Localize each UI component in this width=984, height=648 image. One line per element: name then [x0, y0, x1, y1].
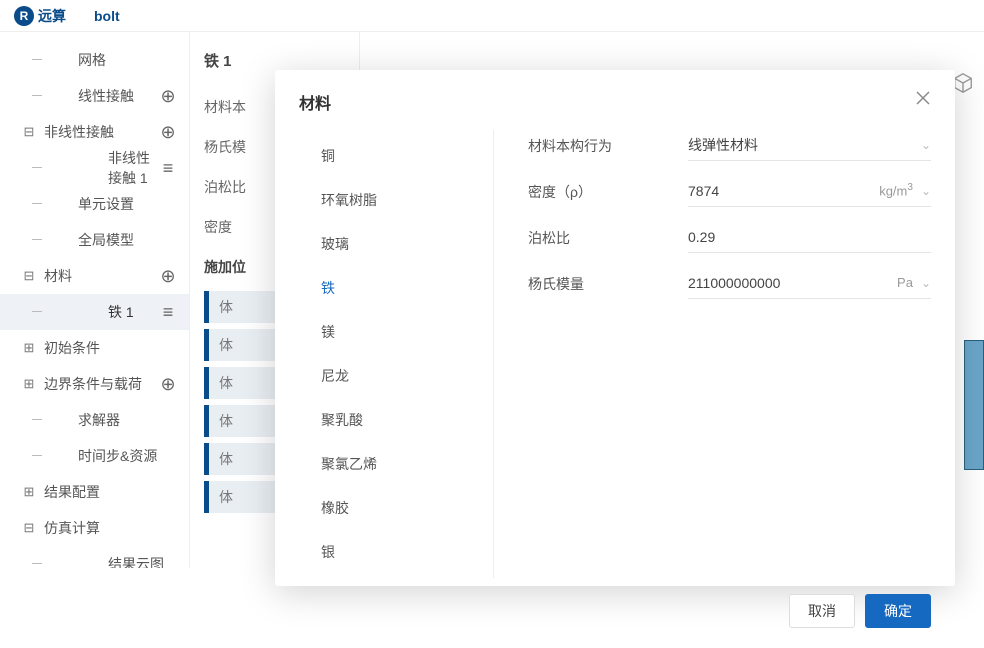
tree-item[interactable]: 非线性接触 1≡: [0, 150, 189, 186]
project-name[interactable]: bolt: [94, 8, 120, 24]
material-modal: 材料 铜环氧树脂玻璃铁镁尼龙聚乳酸聚氯乙烯橡胶银 材料本构行为线弹性材料⌄密度（…: [275, 70, 955, 586]
tree-item-label: 网格: [78, 50, 177, 70]
tree-item[interactable]: ⊞结果配置: [0, 474, 189, 510]
tree-item[interactable]: ⊟仿真计算: [0, 510, 189, 546]
expand-icon[interactable]: ⊟: [14, 520, 44, 536]
brand-name: 远算: [38, 6, 66, 26]
material-option[interactable]: 聚乳酸: [299, 398, 493, 442]
tree-item[interactable]: ⊟材料⊕: [0, 258, 189, 294]
form-input[interactable]: 211000000000Pa ⌄: [688, 269, 931, 299]
expand-icon[interactable]: ⊞: [14, 484, 44, 500]
menu-icon[interactable]: ≡: [159, 158, 177, 179]
unit-label: kg/m3: [879, 182, 913, 198]
material-option[interactable]: 橡胶: [299, 486, 493, 530]
form-value: 7874: [688, 183, 879, 199]
material-list: 铜环氧树脂玻璃铁镁尼龙聚乳酸聚氯乙烯橡胶银: [299, 130, 494, 578]
tree-item[interactable]: 铁 1≡: [0, 294, 189, 330]
view-cube-icon[interactable]: [952, 72, 974, 97]
tree-item-label: 求解器: [78, 410, 177, 430]
chevron-down-icon[interactable]: ⌄: [921, 138, 931, 152]
mesh-preview: [964, 340, 984, 470]
tree-item-label: 线性接触: [78, 86, 159, 106]
tree-item-label: 材料: [44, 266, 159, 286]
tree-item-label: 结果云图: [108, 554, 177, 568]
unit-label: Pa: [897, 275, 913, 290]
tree-item-label: 结果配置: [44, 482, 177, 502]
form-value: 0.29: [688, 229, 931, 245]
tree-item[interactable]: 网格: [0, 42, 189, 78]
material-option[interactable]: 环氧树脂: [299, 178, 493, 222]
material-option[interactable]: 银: [299, 530, 493, 574]
app-header: R 远算 bolt: [0, 0, 984, 32]
expand-icon[interactable]: ⊞: [14, 376, 44, 392]
form-label: 材料本构行为: [528, 136, 688, 156]
tree-item[interactable]: ⊞边界条件与载荷⊕: [0, 366, 189, 402]
form-row: 杨氏模量211000000000Pa ⌄: [528, 269, 931, 299]
form-row: 泊松比0.29: [528, 223, 931, 253]
form-input[interactable]: 7874kg/m3 ⌄: [688, 177, 931, 207]
tree-item-label: 非线性接触: [44, 122, 159, 142]
tree-item-label: 仿真计算: [44, 518, 177, 538]
tree-item[interactable]: 时间步&资源: [0, 438, 189, 474]
material-form: 材料本构行为线弹性材料⌄密度（ρ）7874kg/m3⌄泊松比0.29杨氏模量21…: [494, 130, 931, 578]
tree-item-label: 单元设置: [78, 194, 177, 214]
material-option[interactable]: 镁: [299, 310, 493, 354]
tree-item-label: 非线性接触 1: [108, 148, 159, 188]
tree-item-label: 时间步&资源: [78, 446, 177, 466]
cancel-button[interactable]: 取消: [789, 594, 855, 628]
model-tree: 网格线性接触⊕⊟非线性接触⊕非线性接触 1≡单元设置全局模型⊟材料⊕铁 1≡⊞初…: [0, 32, 190, 568]
material-option[interactable]: 铁: [299, 266, 493, 310]
ok-button[interactable]: 确定: [865, 594, 931, 628]
form-row: 密度（ρ）7874kg/m3 ⌄: [528, 177, 931, 207]
tree-item[interactable]: ⊞初始条件: [0, 330, 189, 366]
form-input[interactable]: 线弹性材料⌄: [688, 131, 931, 161]
form-label: 泊松比: [528, 228, 688, 248]
chevron-down-icon[interactable]: ⌄: [921, 276, 931, 290]
tree-item[interactable]: 结果云图: [0, 546, 189, 568]
form-label: 密度（ρ）: [528, 182, 688, 202]
tree-item[interactable]: ⊟非线性接触⊕: [0, 114, 189, 150]
tree-item-label: 铁 1: [108, 302, 159, 322]
tree-item-label: 全局模型: [78, 230, 177, 250]
expand-icon[interactable]: ⊟: [14, 268, 44, 284]
plus-icon[interactable]: ⊕: [159, 86, 177, 107]
tree-item-label: 边界条件与载荷: [44, 374, 159, 394]
plus-icon[interactable]: ⊕: [159, 266, 177, 287]
tree-item[interactable]: 求解器: [0, 402, 189, 438]
form-value: 线弹性材料: [688, 135, 921, 155]
plus-icon[interactable]: ⊕: [159, 122, 177, 143]
plus-icon[interactable]: ⊕: [159, 374, 177, 395]
modal-title: 材料: [299, 90, 331, 114]
material-option[interactable]: 聚氯乙烯: [299, 442, 493, 486]
material-option[interactable]: 玻璃: [299, 222, 493, 266]
menu-icon[interactable]: ≡: [159, 302, 177, 323]
detail-title: 铁 1: [204, 50, 345, 71]
chevron-down-icon[interactable]: ⌄: [921, 184, 931, 198]
expand-icon[interactable]: ⊞: [14, 340, 44, 356]
material-option[interactable]: 铜: [299, 134, 493, 178]
form-value: 211000000000: [688, 275, 897, 291]
tree-item[interactable]: 线性接触⊕: [0, 78, 189, 114]
brand-logo: R 远算: [14, 6, 66, 26]
form-input[interactable]: 0.29: [688, 223, 931, 253]
tree-item-label: 初始条件: [44, 338, 177, 358]
form-row: 材料本构行为线弹性材料⌄: [528, 131, 931, 161]
tree-item[interactable]: 全局模型: [0, 222, 189, 258]
expand-icon[interactable]: ⊟: [14, 124, 44, 140]
material-option[interactable]: 尼龙: [299, 354, 493, 398]
close-icon[interactable]: [915, 90, 931, 109]
tree-item[interactable]: 单元设置: [0, 186, 189, 222]
brand-mark: R: [14, 6, 34, 26]
main-row: 网格线性接触⊕⊟非线性接触⊕非线性接触 1≡单元设置全局模型⊟材料⊕铁 1≡⊞初…: [0, 32, 984, 568]
form-label: 杨氏模量: [528, 274, 688, 294]
